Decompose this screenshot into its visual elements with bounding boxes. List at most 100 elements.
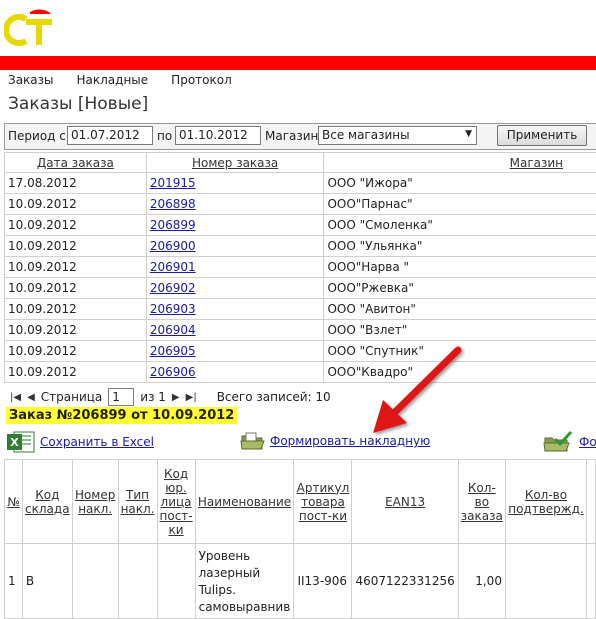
create-invoice-link[interactable]: Формировать накладную — [270, 434, 430, 448]
folder-check-icon — [541, 430, 575, 454]
orders-table: Дата заказа Номер заказа Магазин 17.08.2… — [4, 152, 596, 383]
order-date: 10.09.2012 — [5, 320, 147, 341]
page-label: Страница — [41, 390, 103, 404]
table-row[interactable]: 10.09.2012206905ООО "Спутник" — [5, 341, 596, 362]
page-input[interactable]: 1 — [108, 388, 134, 406]
col-confirmed-qty[interactable]: Кол-во подтвержд. — [505, 460, 586, 544]
col-order-date[interactable]: Дата заказа — [5, 153, 147, 173]
order-store: ООО "Ульянка" — [324, 236, 596, 257]
third-action-link[interactable]: Фор — [579, 435, 596, 449]
next-page-icon[interactable]: ▶ — [172, 392, 180, 403]
item-invoice-type — [118, 544, 157, 619]
order-number-link[interactable]: 206904 — [150, 323, 196, 337]
order-number-cell: 206900 — [146, 236, 324, 257]
order-number-link[interactable]: 206903 — [150, 302, 196, 316]
item-article: II13-906 — [294, 544, 352, 619]
order-number-link[interactable]: 206906 — [150, 365, 196, 379]
col-product-name[interactable]: Наименование — [195, 460, 294, 544]
item-confirmed-qty — [505, 544, 586, 619]
page-count: из 1 — [140, 390, 166, 404]
order-number-cell: 206903 — [146, 299, 324, 320]
table-row[interactable]: 10.09.2012206904 ООО "Взлет" — [5, 320, 596, 341]
invoice-folder-icon — [240, 430, 266, 452]
item-ean13: 4607122331256 — [352, 544, 458, 619]
table-row[interactable]: 10.09.2012206902 ООО"Ржевка" — [5, 278, 596, 299]
apply-button[interactable]: Применить — [497, 125, 587, 146]
col-invoice-number[interactable]: Номер накл. — [72, 460, 118, 544]
dropdown-arrow-icon: ▼ — [465, 129, 472, 139]
order-store: ООО "Авитон" — [324, 299, 596, 320]
table-row[interactable]: 10.09.2012206901ООО"Нарва " — [5, 257, 596, 278]
col-extra — [586, 460, 595, 544]
excel-icon: X — [6, 430, 36, 454]
table-row[interactable]: 10.09.2012206903 ООО "Авитон" — [5, 299, 596, 320]
item-index: 1 — [5, 544, 23, 619]
last-page-icon[interactable]: ▶| — [186, 392, 197, 403]
order-date: 10.09.2012 — [5, 257, 147, 278]
table-row[interactable]: 17.08.2012201915ООО "Ижора" — [5, 173, 596, 194]
order-store: ООО"Парнас" — [324, 194, 596, 215]
order-number-link[interactable]: 206901 — [150, 260, 196, 274]
col-order-qty[interactable]: Кол-во заказа — [458, 460, 505, 544]
menu-item-orders[interactable]: Заказы — [8, 73, 54, 87]
col-supplier-article[interactable]: Артикул товара пост-ки — [294, 460, 352, 544]
order-number-link[interactable]: 206899 — [150, 218, 196, 232]
col-ean13[interactable]: EAN13 — [352, 460, 458, 544]
order-number-cell: 206898 — [146, 194, 324, 215]
order-number-cell: 206905 — [146, 341, 324, 362]
table-row[interactable]: 1 В Уровень лазерный Tulips. самовыравни… — [5, 544, 596, 619]
date-from-input[interactable]: 01.07.2012 — [67, 126, 153, 145]
order-number-link[interactable]: 201915 — [150, 176, 196, 190]
order-date: 10.09.2012 — [5, 236, 147, 257]
col-invoice-type[interactable]: Тип накл. — [118, 460, 157, 544]
filter-bar: Период с 01.07.2012 по 01.10.2012 Магази… — [4, 123, 596, 150]
logo-icon — [4, 3, 56, 49]
col-store[interactable]: Магазин — [324, 153, 596, 173]
brand-bar — [0, 56, 596, 70]
table-row[interactable]: 10.09.2012206906ООО"Квадро" — [5, 362, 596, 383]
table-row[interactable]: 10.09.2012206900 ООО "Ульянка" — [5, 236, 596, 257]
table-row[interactable]: 10.09.2012206899ООО "Смоленка" — [5, 215, 596, 236]
order-number-link[interactable]: 206902 — [150, 281, 196, 295]
col-supplier-legal-code[interactable]: Код юр. лица пост-ки — [157, 460, 195, 544]
save-excel-link[interactable]: Сохранить в Excel — [40, 435, 154, 449]
third-action[interactable]: Фор — [541, 430, 596, 454]
save-excel-action[interactable]: X Сохранить в Excel — [6, 430, 154, 454]
order-store: ООО "Смоленка" — [324, 215, 596, 236]
order-caption: Заказ №206899 от 10.09.2012 — [6, 407, 237, 424]
order-date: 10.09.2012 — [5, 194, 147, 215]
date-to-input[interactable]: 01.10.2012 — [175, 126, 261, 145]
menu-item-protocol[interactable]: Протокол — [171, 73, 232, 87]
item-invoice-number — [72, 544, 118, 619]
svg-text:X: X — [10, 436, 19, 449]
col-order-number[interactable]: Номер заказа — [146, 153, 324, 173]
order-store: ООО"Ржевка" — [324, 278, 596, 299]
order-store: ООО "Взлет" — [324, 320, 596, 341]
store-label: Магазин — [265, 129, 318, 143]
order-date: 10.09.2012 — [5, 278, 147, 299]
order-number-cell: 206901 — [146, 257, 324, 278]
order-number-cell: 201915 — [146, 173, 324, 194]
first-page-icon[interactable]: |◀ — [10, 392, 21, 403]
pagination: |◀ ◀ Страница 1 из 1 ▶ ▶| Всего записей:… — [10, 388, 331, 406]
order-number-cell: 206904 — [146, 320, 324, 341]
store-select[interactable]: Все магазины ▼ — [318, 126, 477, 145]
order-store: ООО "Ижора" — [324, 173, 596, 194]
prev-page-icon[interactable]: ◀ — [27, 392, 35, 403]
to-label: по — [157, 129, 172, 143]
table-row[interactable]: 10.09.2012206898 ООО"Парнас" — [5, 194, 596, 215]
order-number-cell: 206902 — [146, 278, 324, 299]
order-date: 10.09.2012 — [5, 362, 147, 383]
period-label: Период с — [8, 129, 66, 143]
order-number-link[interactable]: 206900 — [150, 239, 196, 253]
order-date: 10.09.2012 — [5, 299, 147, 320]
create-invoice-action[interactable]: Формировать накладную — [240, 430, 430, 452]
item-name: Уровень лазерный Tulips. самовыравнив — [195, 544, 294, 619]
col-index[interactable]: № — [5, 460, 23, 544]
order-number-cell: 206906 — [146, 362, 324, 383]
menu-item-invoices[interactable]: Накладные — [77, 73, 149, 87]
order-number-link[interactable]: 206898 — [150, 197, 196, 211]
col-warehouse-code[interactable]: Код склада — [22, 460, 72, 544]
order-number-cell: 206899 — [146, 215, 324, 236]
order-number-link[interactable]: 206905 — [150, 344, 196, 358]
